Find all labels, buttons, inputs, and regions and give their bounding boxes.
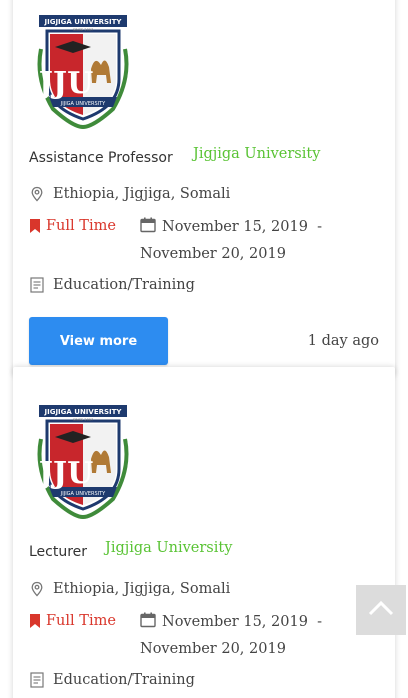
chevron-up-icon — [368, 600, 394, 620]
date-start: November 15, 2019 — [162, 614, 308, 630]
bookmark-icon — [29, 219, 41, 233]
job-title[interactable]: Lecturer — [29, 544, 87, 560]
job-category: Education/Training — [29, 672, 195, 688]
company-name[interactable]: Jigjiga University — [105, 540, 232, 556]
logo-since: SINCE 2007 — [73, 418, 94, 422]
date-end: November 20, 2019 — [140, 641, 286, 657]
map-pin-icon — [29, 581, 45, 597]
calendar-icon — [140, 611, 156, 628]
map-pin-icon — [29, 186, 45, 202]
job-card: JIGJIGA UNIVERSITY SINCE 2007 JJU JIJIGA… — [13, 0, 395, 376]
job-category: Education/Training — [29, 277, 195, 293]
job-type-label: Full Time — [46, 218, 116, 234]
logo-banner: JIJIGA UNIVERSITY — [60, 491, 106, 497]
logo-top-text: JIGJIGA UNIVERSITY — [44, 18, 123, 26]
job-card: JIGJIGA UNIVERSITY SINCE 2007 JJU JIJIGA… — [13, 367, 395, 698]
category-text: Education/Training — [53, 672, 195, 688]
document-icon — [29, 277, 45, 293]
job-location: Ethiopia, Jigjiga, Somali — [29, 581, 230, 597]
job-dates: November 15, 2019 - November 20, 2019 — [140, 609, 340, 663]
job-title[interactable]: Assistance Professor — [29, 150, 173, 166]
location-text: Ethiopia, Jigjiga, Somali — [53, 581, 231, 597]
logo-banner: JIJIGA UNIVERSITY — [60, 101, 106, 107]
job-type-label: Full Time — [46, 613, 116, 629]
job-dates: November 15, 2019 - November 20, 2019 — [140, 214, 340, 268]
logo-letters: JJU — [36, 66, 94, 101]
job-location: Ethiopia, Jigjiga, Somali — [29, 186, 230, 202]
company-logo[interactable]: JIGJIGA UNIVERSITY SINCE 2007 JJU JIJIGA… — [33, 399, 133, 521]
bookmark-icon — [29, 614, 41, 628]
date-end: November 20, 2019 — [140, 246, 286, 262]
logo-since: SINCE 2007 — [73, 28, 94, 32]
job-type: Full Time — [29, 613, 116, 629]
category-text: Education/Training — [53, 277, 195, 293]
company-name[interactable]: Jigjiga University — [193, 146, 320, 162]
calendar-icon — [140, 216, 156, 233]
posted-time: 1 day ago — [307, 333, 379, 349]
scroll-to-top-button[interactable] — [356, 585, 406, 635]
date-start: November 15, 2019 — [162, 219, 308, 235]
company-logo[interactable]: JIGJIGA UNIVERSITY SINCE 2007 JJU JIJIGA… — [33, 9, 133, 131]
logo-top-text: JIGJIGA UNIVERSITY — [44, 408, 123, 416]
location-text: Ethiopia, Jigjiga, Somali — [53, 186, 231, 202]
document-icon — [29, 672, 45, 688]
logo-letters: JJU — [36, 456, 94, 491]
job-type: Full Time — [29, 218, 116, 234]
view-more-button[interactable]: View more — [29, 317, 168, 365]
